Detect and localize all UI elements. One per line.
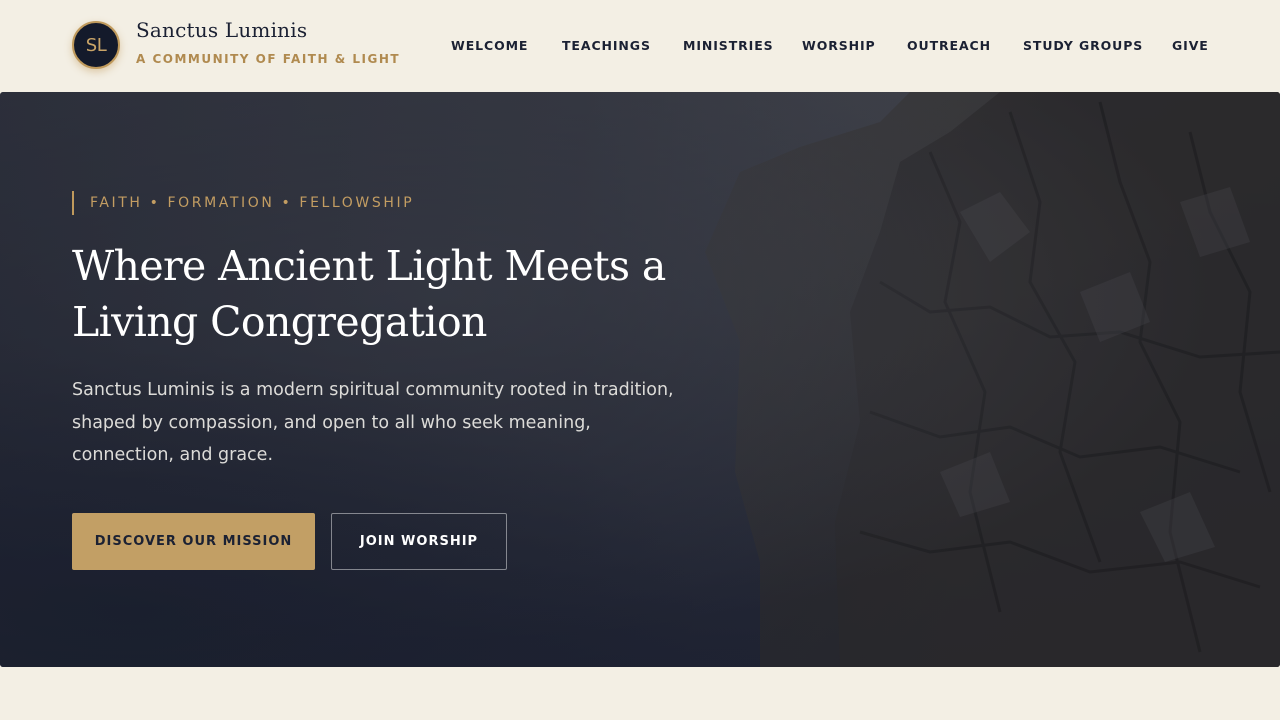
discover-mission-button[interactable]: DISCOVER OUR MISSION xyxy=(72,513,315,570)
nav-item-welcome[interactable]: WELCOME xyxy=(451,38,528,53)
site-header: SL Sanctus Luminis A COMMUNITY OF FAITH … xyxy=(0,0,1280,92)
hero-eyebrow: FAITH • FORMATION • FELLOWSHIP xyxy=(72,191,414,215)
hero-description: Sanctus Luminis is a modern spiritual co… xyxy=(72,380,674,465)
main-nav: WELCOME TEACHINGS MINISTRIES WORSHIP OUT… xyxy=(0,38,1280,54)
nav-item-give[interactable]: GIVE xyxy=(1172,38,1209,53)
nav-item-teachings[interactable]: TEACHINGS xyxy=(562,38,651,53)
hero-section: FAITH • FORMATION • FELLOWSHIP Where Anc… xyxy=(0,92,1280,667)
brand-tagline: A COMMUNITY OF FAITH & LIGHT xyxy=(136,52,401,66)
join-worship-button[interactable]: JOIN WORSHIP xyxy=(331,513,507,570)
nav-item-study-groups[interactable]: STUDY GROUPS xyxy=(1023,38,1143,53)
nav-item-outreach[interactable]: OUTREACH xyxy=(907,38,991,53)
hero-title: Where Ancient Light Meets a Living Congr… xyxy=(72,242,666,346)
nav-item-ministries[interactable]: MINISTRIES xyxy=(683,38,774,53)
nav-item-worship[interactable]: WORSHIP xyxy=(802,38,876,53)
